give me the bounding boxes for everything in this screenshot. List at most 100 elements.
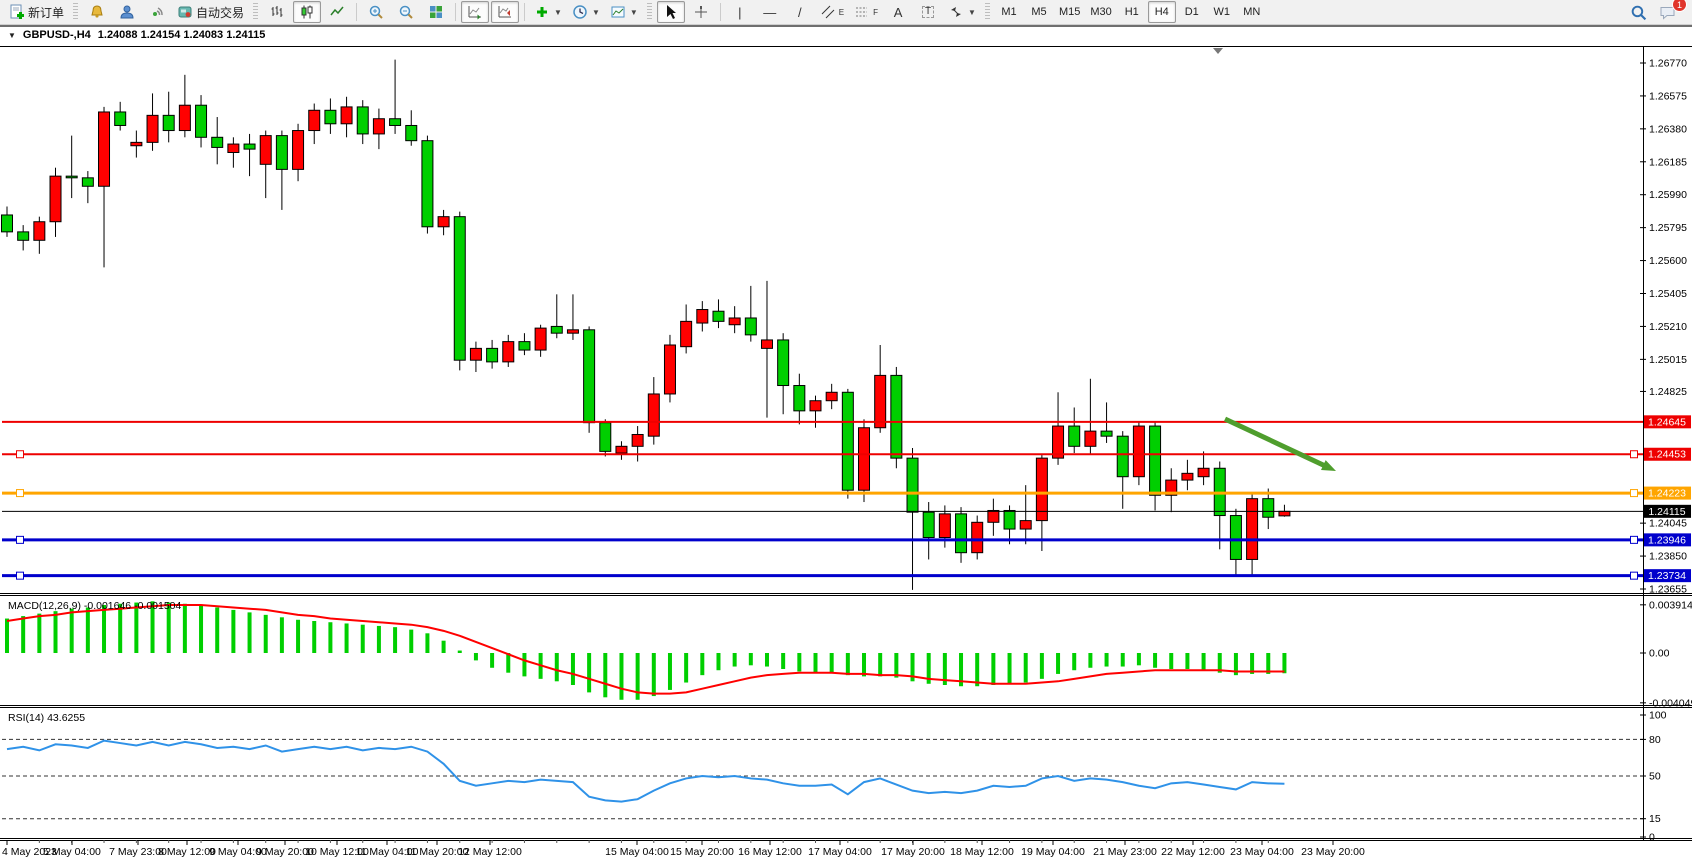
- timeframe-H1[interactable]: H1: [1118, 1, 1146, 23]
- autoscroll-button[interactable]: [461, 1, 489, 23]
- candle: [422, 141, 433, 227]
- fibonacci-icon: [854, 4, 870, 20]
- macd-histogram-bar: [1137, 653, 1141, 665]
- crosshair-tool-button[interactable]: [687, 1, 715, 23]
- line-handle[interactable]: [1631, 536, 1638, 543]
- line-handle[interactable]: [17, 536, 24, 543]
- macd-histogram-bar: [393, 627, 397, 653]
- price-chart-canvas[interactable]: 1.267701.265751.263801.261851.259901.257…: [0, 27, 1692, 862]
- price-tick-label: 1.25990: [1649, 189, 1687, 201]
- timeframe-M30[interactable]: M30: [1086, 1, 1115, 23]
- shapes-tool-button[interactable]: ▼: [944, 1, 980, 23]
- timeframe-W1[interactable]: W1: [1208, 1, 1236, 23]
- zoom-out-button[interactable]: [392, 1, 420, 23]
- signals-button[interactable]: [143, 1, 171, 23]
- candle: [179, 105, 190, 130]
- zoom-in-button[interactable]: [362, 1, 390, 23]
- macd-histogram-bar: [102, 605, 106, 653]
- fibonacci-tool-button[interactable]: F: [850, 1, 882, 23]
- trendline-tool-button[interactable]: /: [786, 1, 814, 23]
- timeframe-M1[interactable]: M1: [995, 1, 1023, 23]
- candle: [503, 342, 514, 362]
- candle: [34, 222, 45, 241]
- arrows-shape-icon: [948, 4, 964, 20]
- candle: [212, 137, 223, 147]
- autotrade-button[interactable]: 自动交易: [173, 1, 248, 23]
- dropdown-caret-icon: ▼: [630, 8, 638, 17]
- main-toolbar: 新订单 自动交易 ▼ ▼: [0, 0, 1692, 25]
- candlestick-chart-button[interactable]: [293, 1, 321, 23]
- rsi-tick-label: 100: [1649, 710, 1667, 722]
- macd-histogram-bar: [280, 617, 284, 653]
- new-order-button[interactable]: 新订单: [5, 1, 68, 23]
- macd-histogram-bar: [700, 653, 704, 675]
- macd-histogram-bar: [377, 626, 381, 653]
- cursor-tool-button[interactable]: [657, 1, 685, 23]
- candle: [309, 110, 320, 130]
- candle: [1230, 516, 1241, 560]
- macd-histogram-bar: [1202, 653, 1206, 670]
- timeframe-M15[interactable]: M15: [1055, 1, 1084, 23]
- chat-button[interactable]: 1: [1654, 1, 1682, 23]
- rsi-tick-label: 0: [1649, 832, 1655, 844]
- vertical-line-tool-button[interactable]: |: [726, 1, 754, 23]
- price-tick-label: 1.25405: [1649, 288, 1687, 300]
- macd-histogram-bar: [183, 604, 187, 653]
- timeframe-D1[interactable]: D1: [1178, 1, 1206, 23]
- candle: [82, 178, 93, 186]
- templates-button[interactable]: ▼: [606, 1, 642, 23]
- channel-tool-button[interactable]: E: [816, 1, 848, 23]
- clock-icon: [572, 4, 588, 20]
- rsi-tick-label: 80: [1649, 734, 1661, 746]
- candle: [551, 326, 562, 333]
- timeframe-M5[interactable]: M5: [1025, 1, 1053, 23]
- indicators-button[interactable]: ▼: [530, 1, 566, 23]
- horizontal-line-tool-button[interactable]: —: [756, 1, 784, 23]
- rsi-tick-label: 15: [1649, 813, 1661, 825]
- candle: [567, 330, 578, 333]
- macd-histogram-bar: [587, 653, 591, 692]
- community-button[interactable]: [113, 1, 141, 23]
- macd-histogram-bar: [603, 653, 607, 697]
- search-button[interactable]: [1624, 1, 1652, 23]
- line-handle[interactable]: [17, 451, 24, 458]
- chart-shift-button[interactable]: [491, 1, 519, 23]
- macd-histogram-bar: [1105, 653, 1109, 667]
- price-tick-label: 1.23850: [1649, 551, 1687, 563]
- time-axis-label: 22 May 12:00: [1161, 846, 1225, 858]
- line-handle[interactable]: [1631, 572, 1638, 579]
- macd-histogram-bar: [975, 653, 979, 686]
- candle: [228, 144, 239, 152]
- candle: [454, 217, 465, 361]
- line-handle[interactable]: [17, 572, 24, 579]
- candle: [713, 311, 724, 321]
- channel-tool-letter: E: [839, 8, 844, 17]
- candle: [600, 423, 611, 452]
- macd-histogram-bar: [1185, 653, 1189, 669]
- line-handle[interactable]: [17, 490, 24, 497]
- timeframe-H4[interactable]: H4: [1148, 1, 1176, 23]
- macd-histogram-bar: [1024, 653, 1028, 683]
- label-tool-icon: T: [922, 6, 934, 18]
- line-handle[interactable]: [1631, 490, 1638, 497]
- macd-histogram-bar: [749, 653, 753, 665]
- chart-shift-icon: [497, 4, 513, 20]
- line-chart-button[interactable]: [323, 1, 351, 23]
- alerts-button[interactable]: [83, 1, 111, 23]
- tile-windows-button[interactable]: [422, 1, 450, 23]
- macd-histogram-bar: [5, 619, 9, 653]
- candle: [131, 142, 142, 145]
- line-handle[interactable]: [1631, 451, 1638, 458]
- candle: [697, 310, 708, 324]
- bar-chart-button[interactable]: [263, 1, 291, 23]
- timeframe-MN[interactable]: MN: [1238, 1, 1266, 23]
- candle: [341, 107, 352, 124]
- text-tool-button[interactable]: A: [884, 1, 912, 23]
- zoom-in-icon: [368, 4, 384, 20]
- macd-histogram-bar: [684, 653, 688, 683]
- periods-button[interactable]: ▼: [568, 1, 604, 23]
- macd-histogram-bar: [296, 620, 300, 653]
- notification-badge[interactable]: 1: [1672, 0, 1687, 12]
- macd-histogram-bar: [1008, 653, 1012, 684]
- label-tool-button[interactable]: T: [914, 1, 942, 23]
